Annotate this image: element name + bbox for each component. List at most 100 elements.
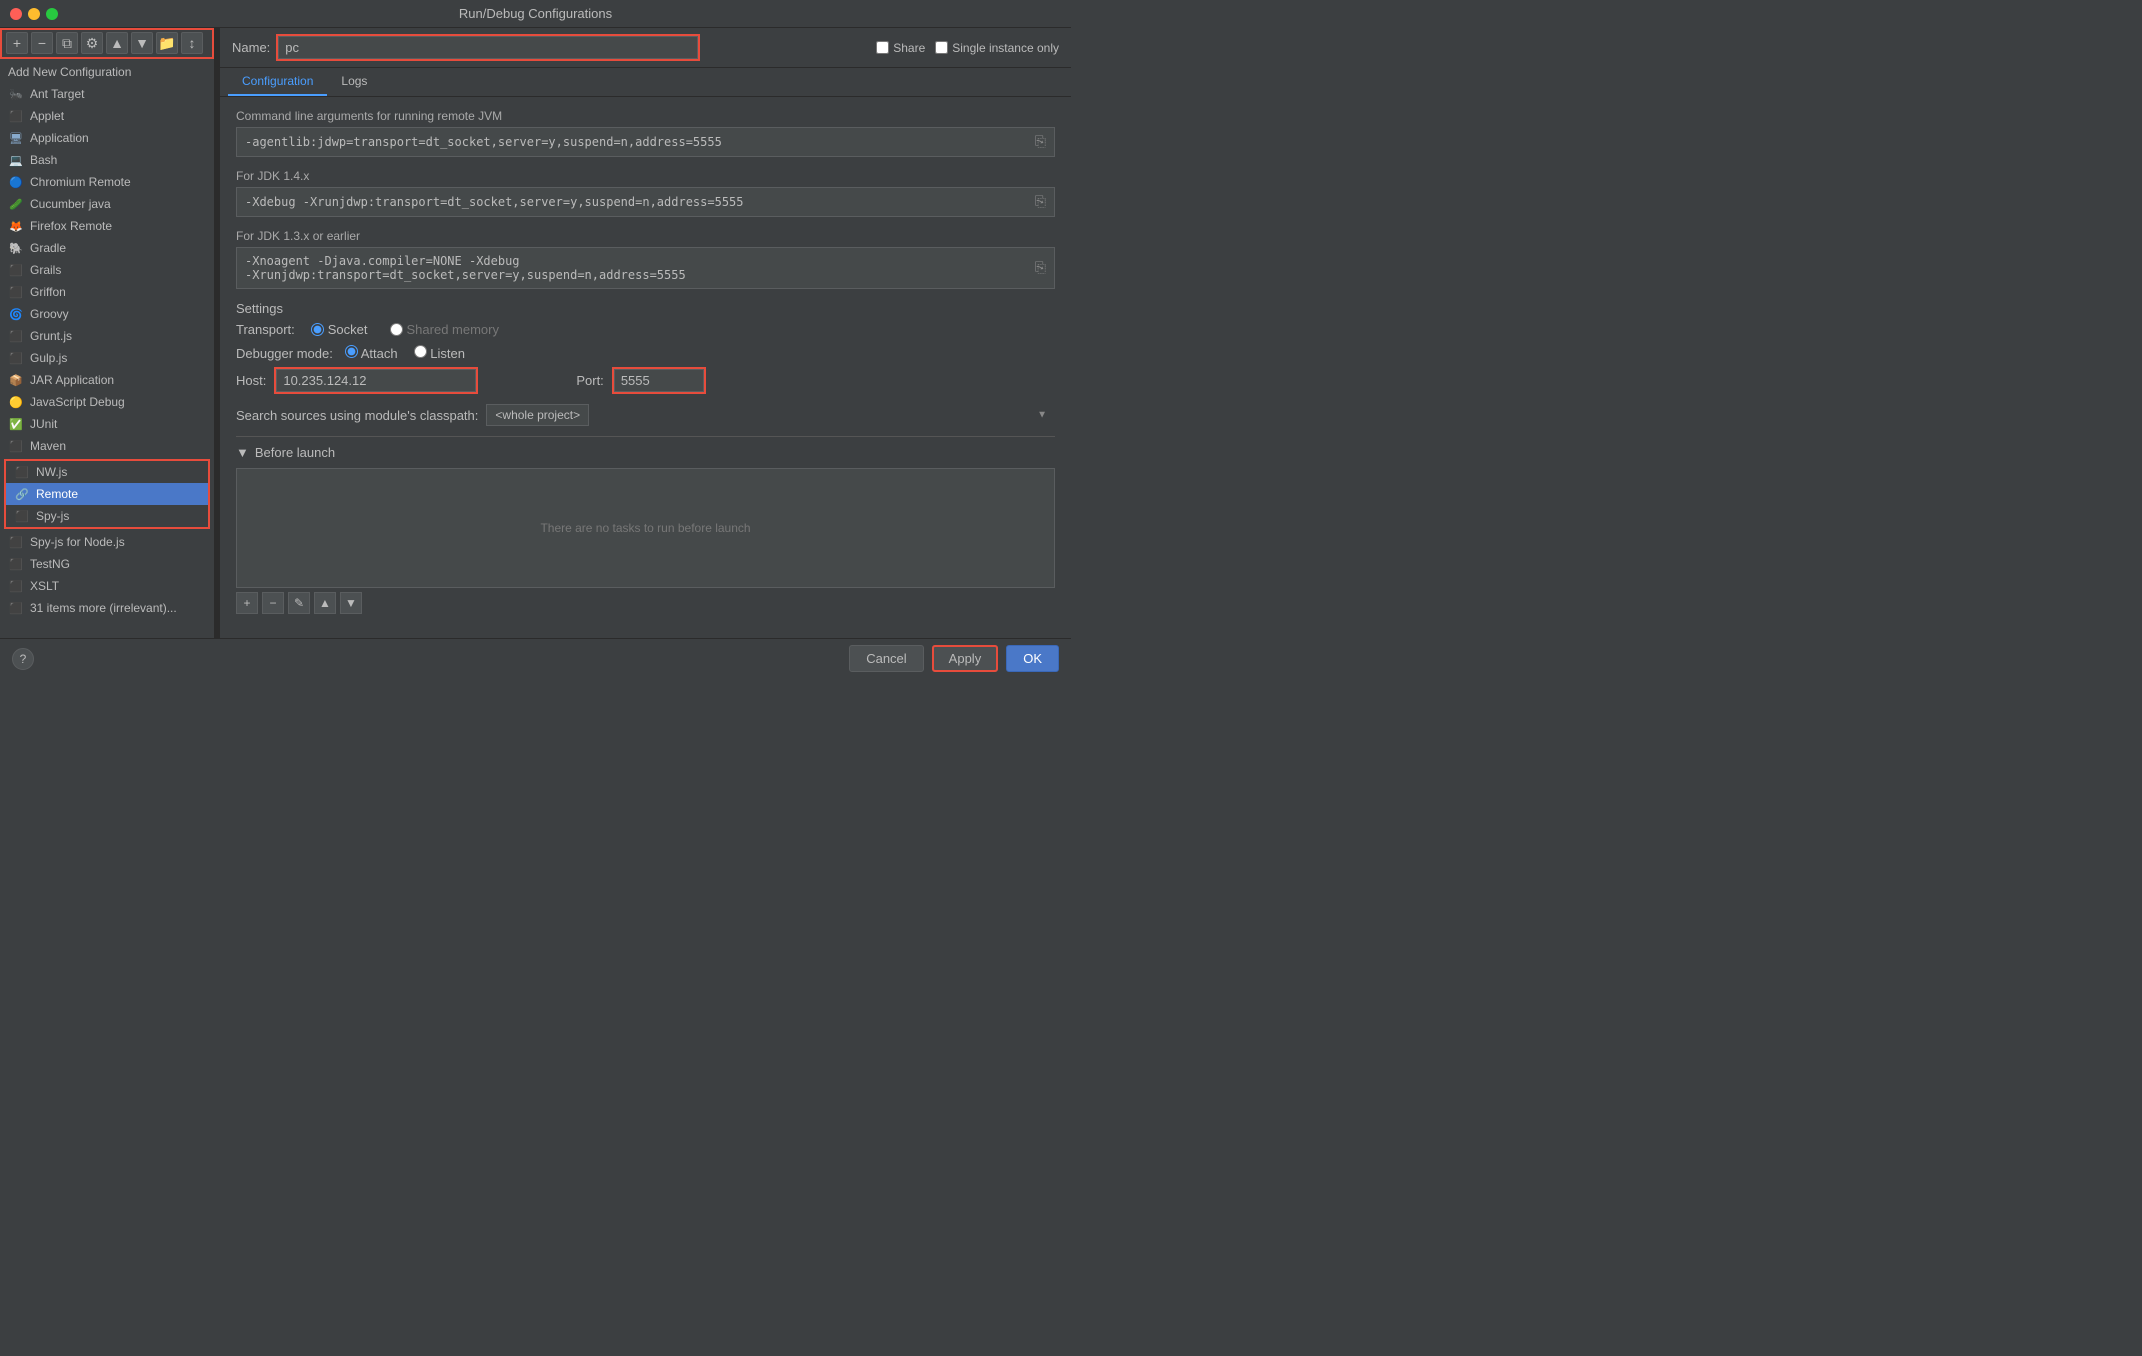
minimize-button[interactable] [28, 8, 40, 20]
transport-socket-label[interactable]: Socket [311, 322, 368, 337]
sidebar-item-spy-js-for-nodejs[interactable]: ⬛ Spy-js for Node.js [0, 531, 214, 553]
main-layout: + − ⧉ ⚙ ▲ ▼ 📁 ↕ Add New Configuration 🐜A… [0, 28, 1071, 638]
single-instance-label[interactable]: Single instance only [935, 41, 1059, 55]
share-checkbox-label[interactable]: Share [876, 41, 925, 55]
jdk13-section: For JDK 1.3.x or earlier -Xnoagent -Djav… [236, 229, 1055, 289]
sidebar-item-jar-application[interactable]: 📦JAR Application [0, 369, 214, 391]
sidebar-item-remote[interactable]: 🔗Remote [6, 483, 208, 505]
cancel-button[interactable]: Cancel [849, 645, 923, 672]
before-launch-collapse-icon[interactable]: ▼ [236, 445, 249, 460]
sidebar-item-junit[interactable]: ✅JUnit [0, 413, 214, 435]
share-area: Share Single instance only [876, 41, 1059, 55]
cmd-args-label: Command line arguments for running remot… [236, 109, 1055, 123]
close-button[interactable] [10, 8, 22, 20]
sidebar-item-chromium-remote[interactable]: 🔵Chromium Remote [0, 171, 214, 193]
sidebar-item-31-items-more-irrelevant[interactable]: ⬛31 items more (irrelevant)... [0, 597, 214, 619]
sidebar-item-icon: ✅ [8, 416, 24, 432]
sidebar-item-label: Cucumber java [30, 197, 111, 211]
window-title: Run/Debug Configurations [459, 6, 612, 21]
transport-shared-label[interactable]: Shared memory [390, 322, 499, 337]
debugger-listen-label[interactable]: Listen [414, 345, 465, 361]
transport-row: Transport: Socket Shared memory [236, 322, 1055, 337]
host-input[interactable] [276, 369, 476, 392]
maximize-button[interactable] [46, 8, 58, 20]
sidebar-item-testng[interactable]: ⬛TestNG [0, 553, 214, 575]
sidebar-item-icon: 🥒 [8, 196, 24, 212]
sidebar-item-icon: ⬛ [8, 262, 24, 278]
sidebar-item-application[interactable]: 🖥Application [0, 127, 214, 149]
sidebar-item-xslt[interactable]: ⬛XSLT [0, 575, 214, 597]
sidebar-items: 🐜Ant Target⬛Applet🖥Application 💻 Bash 🔵Chro… [0, 83, 214, 619]
sidebar-item-griffon[interactable]: ⬛Griffon [0, 281, 214, 303]
sidebar-item-icon: ⬛ [8, 328, 24, 344]
sidebar-item-label: Spy-js [36, 509, 69, 523]
sidebar-item-bash[interactable]: 💻 Bash [0, 149, 214, 171]
remove-config-button[interactable]: − [31, 32, 53, 54]
before-launch-up-btn[interactable]: ▲ [314, 592, 336, 614]
debugger-listen-radio[interactable] [414, 345, 427, 358]
sidebar-item-ant-target[interactable]: 🐜Ant Target [0, 83, 214, 105]
debugger-attach-label[interactable]: Attach [345, 345, 398, 361]
title-bar: Run/Debug Configurations [0, 0, 1071, 28]
sidebar-item-icon: ⬛ [8, 534, 24, 550]
before-launch-add-btn[interactable]: + [236, 592, 258, 614]
sidebar-item-label: Grails [30, 263, 61, 277]
before-launch-empty-text: There are no tasks to run before launch [540, 521, 750, 535]
add-config-button[interactable]: + [6, 32, 28, 54]
sidebar-item-icon: 🦊 [8, 218, 24, 234]
sidebar-item-gruntjs[interactable]: ⬛Grunt.js [0, 325, 214, 347]
transport-label: Transport: [236, 322, 295, 337]
sidebar-item-groovy[interactable]: 🌀Groovy [0, 303, 214, 325]
window-controls[interactable] [10, 8, 58, 20]
sidebar-item-icon: 🖥 [8, 130, 24, 146]
config-content: Command line arguments for running remot… [220, 97, 1071, 638]
sidebar-item-gradle[interactable]: 🐘Gradle [0, 237, 214, 259]
sort-button[interactable]: ↕ [181, 32, 203, 54]
sidebar-item-label: NW.js [36, 465, 67, 479]
apply-button[interactable]: Apply [932, 645, 999, 672]
sidebar-item-icon: 🔗 [14, 486, 30, 502]
cmd-args-copy-icon[interactable]: ⎘ [1035, 134, 1046, 150]
sidebar-item-firefox-remote[interactable]: 🦊Firefox Remote [0, 215, 214, 237]
sidebar-item-javascript-debug[interactable]: 🟡JavaScript Debug [0, 391, 214, 413]
ok-button[interactable]: OK [1006, 645, 1059, 672]
host-port-row: Host: Port: [236, 369, 1055, 392]
jdk14-copy-icon[interactable]: ⎘ [1035, 194, 1046, 210]
tab-configuration[interactable]: Configuration [228, 68, 327, 96]
sidebar-item-applet[interactable]: ⬛Applet [0, 105, 214, 127]
sidebar-item-grails[interactable]: ⬛ Grails [0, 259, 214, 281]
jdk13-copy-icon[interactable]: ⎘ [1035, 260, 1046, 276]
move-up-button[interactable]: ▲ [106, 32, 128, 54]
classpath-select[interactable]: <whole project> [486, 404, 589, 426]
sidebar-item-label: Spy-js for Node.js [30, 535, 125, 549]
transport-shared-radio[interactable] [390, 323, 403, 336]
sidebar-item-icon: 💻 [8, 152, 24, 168]
single-instance-checkbox[interactable] [935, 41, 948, 54]
sidebar-item-label: Bash [30, 153, 57, 167]
sidebar-item-nwjs[interactable]: ⬛NW.js [6, 461, 208, 483]
settings-label: Settings [236, 301, 1055, 316]
sidebar-item-label: Gradle [30, 241, 66, 255]
sidebar-item-icon: ⬛ [8, 556, 24, 572]
before-launch-remove-btn[interactable]: − [262, 592, 284, 614]
folder-button[interactable]: 📁 [156, 32, 178, 54]
sidebar-item-cucumber-java[interactable]: 🥒 Cucumber java [0, 193, 214, 215]
sidebar-group-selected: ⬛NW.js🔗Remote⬛Spy-js [4, 459, 210, 529]
debugger-attach-radio[interactable] [345, 345, 358, 358]
name-input[interactable] [278, 36, 698, 59]
share-checkbox[interactable] [876, 41, 889, 54]
sidebar-item-label: Ant Target [30, 87, 84, 101]
tab-logs[interactable]: Logs [327, 68, 381, 96]
transport-socket-radio[interactable] [311, 323, 324, 336]
move-down-button[interactable]: ▼ [131, 32, 153, 54]
sidebar-item-gulpjs[interactable]: ⬛Gulp.js [0, 347, 214, 369]
help-button[interactable]: ? [12, 648, 34, 670]
sidebar-item-maven[interactable]: ⬛Maven [0, 435, 214, 457]
sidebar-item-icon: ⬛ [8, 284, 24, 300]
sidebar-item-spy-js[interactable]: ⬛Spy-js [6, 505, 208, 527]
port-input[interactable] [614, 369, 704, 392]
copy-config-button[interactable]: ⧉ [56, 32, 78, 54]
before-launch-down-btn[interactable]: ▼ [340, 592, 362, 614]
settings-config-button[interactable]: ⚙ [81, 32, 103, 54]
before-launch-edit-btn[interactable]: ✎ [288, 592, 310, 614]
